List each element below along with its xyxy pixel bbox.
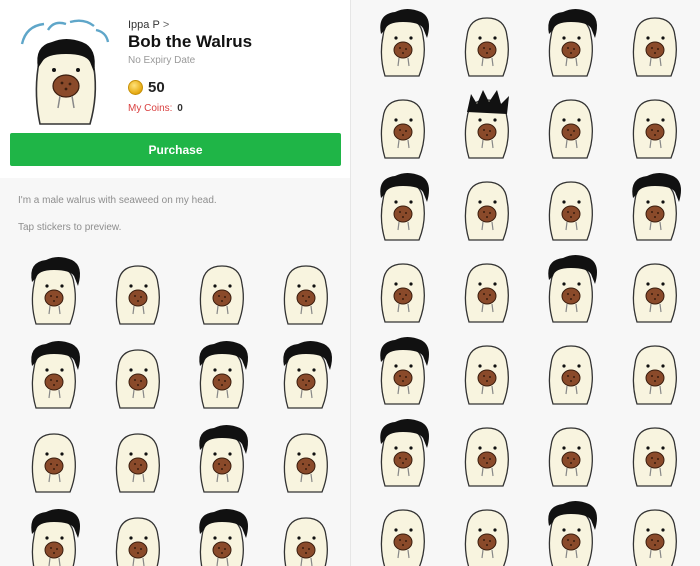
my-coins-row: My Coins: 0 — [128, 103, 183, 114]
right-sticker-27[interactable] — [531, 492, 605, 566]
my-coins-value: 0 — [177, 103, 183, 114]
right-sticker-18[interactable] — [447, 328, 521, 406]
left-sticker-3[interactable] — [182, 248, 256, 326]
right-sticker-17[interactable] — [363, 328, 437, 406]
right-sticker-21[interactable] — [363, 410, 437, 488]
right-sticker-10[interactable] — [447, 164, 521, 242]
left-sticker-9[interactable] — [14, 416, 88, 494]
left-sticker-11[interactable] — [182, 416, 256, 494]
right-sticker-6[interactable] — [447, 82, 521, 160]
pack-title: Bob the Walrus — [128, 32, 253, 51]
chevron-right-icon: > — [162, 19, 170, 31]
sticker-pack-header: Ippa P > Bob the Walrus No Expiry Date 5… — [0, 0, 350, 178]
right-sticker-15[interactable] — [531, 246, 605, 324]
left-sticker-13[interactable] — [14, 500, 88, 566]
left-sticker-1[interactable] — [14, 248, 88, 326]
right-sticker-9[interactable] — [363, 164, 437, 242]
left-sticker-15[interactable] — [182, 500, 256, 566]
right-sticker-5[interactable] — [363, 82, 437, 160]
coin-icon — [128, 80, 143, 95]
author-name: Ippa P — [128, 19, 160, 31]
left-sticker-14[interactable] — [98, 500, 172, 566]
right-sticker-26[interactable] — [447, 492, 521, 566]
price-row: 50 — [128, 79, 165, 96]
left-sticker-4[interactable] — [266, 248, 340, 326]
author-link[interactable]: Ippa P > — [128, 19, 169, 31]
right-sticker-1[interactable] — [363, 0, 437, 78]
right-sticker-12[interactable] — [615, 164, 689, 242]
right-sticker-22[interactable] — [447, 410, 521, 488]
expiry-label: No Expiry Date — [128, 55, 196, 66]
left-sticker-6[interactable] — [98, 332, 172, 410]
right-sticker-25[interactable] — [363, 492, 437, 566]
left-sticker-5[interactable] — [14, 332, 88, 410]
right-sticker-8[interactable] — [615, 82, 689, 160]
left-sticker-12[interactable] — [266, 416, 340, 494]
left-sticker-10[interactable] — [98, 416, 172, 494]
right-sticker-11[interactable] — [531, 164, 605, 242]
main-sticker-image[interactable] — [14, 16, 114, 126]
right-sticker-3[interactable] — [531, 0, 605, 78]
left-sticker-8[interactable] — [266, 332, 340, 410]
right-sticker-13[interactable] — [363, 246, 437, 324]
right-sticker-14[interactable] — [447, 246, 521, 324]
right-sticker-16[interactable] — [615, 246, 689, 324]
right-sticker-23[interactable] — [531, 410, 605, 488]
sticker-grid-panel — [350, 0, 700, 566]
sticker-detail-panel: Ippa P > Bob the Walrus No Expiry Date 5… — [0, 0, 350, 566]
right-sticker-20[interactable] — [615, 328, 689, 406]
sticker-shop-screen: Ippa P > Bob the Walrus No Expiry Date 5… — [0, 0, 700, 566]
right-sticker-7[interactable] — [531, 82, 605, 160]
right-sticker-2[interactable] — [447, 0, 521, 78]
price-value: 50 — [148, 79, 165, 96]
right-sticker-24[interactable] — [615, 410, 689, 488]
tap-hint: Tap stickers to preview. — [18, 222, 122, 233]
right-sticker-4[interactable] — [615, 0, 689, 78]
right-sticker-28[interactable] — [615, 492, 689, 566]
left-sticker-2[interactable] — [98, 248, 172, 326]
right-sticker-19[interactable] — [531, 328, 605, 406]
my-coins-label: My Coins: — [128, 103, 173, 114]
pack-description: I'm a male walrus with seaweed on my hea… — [18, 195, 217, 206]
purchase-button[interactable]: Purchase — [10, 133, 341, 166]
left-sticker-16[interactable] — [266, 500, 340, 566]
left-sticker-7[interactable] — [182, 332, 256, 410]
